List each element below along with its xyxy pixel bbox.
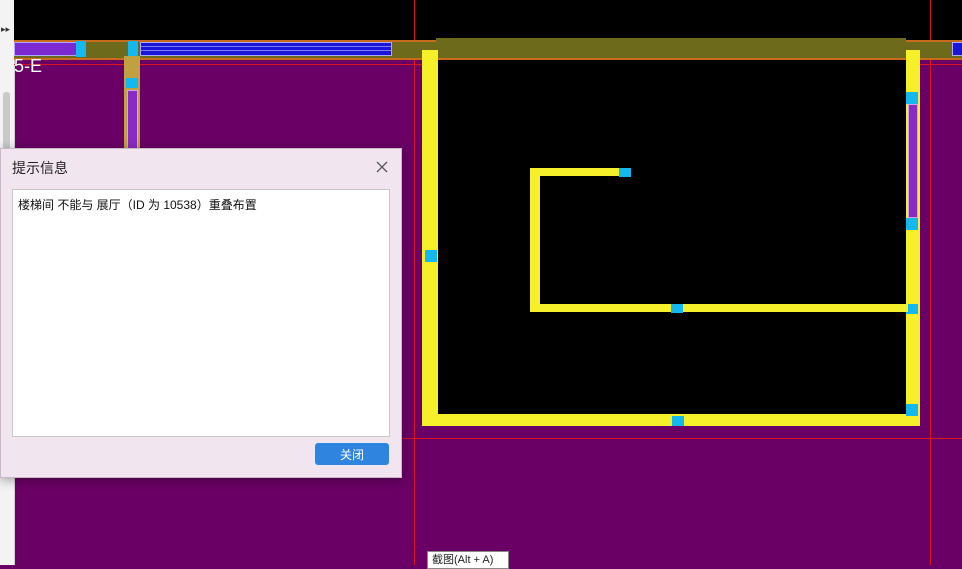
stair-outline-left[interactable] <box>530 168 540 312</box>
wall-node[interactable] <box>76 41 86 57</box>
room-wall-bottom[interactable] <box>422 414 920 426</box>
room-area[interactable] <box>436 60 908 416</box>
wall-node[interactable] <box>425 250 437 262</box>
close-button[interactable]: 关闭 <box>315 443 389 465</box>
wall-node[interactable] <box>906 92 918 104</box>
wall-band-room-top[interactable] <box>436 38 906 58</box>
wall-node[interactable] <box>128 41 138 57</box>
wall-node[interactable] <box>672 416 684 426</box>
info-dialog[interactable]: 提示信息 楼梯间 不能与 展厅（ID 为 10538）重叠布置 关闭 <box>0 148 402 478</box>
vertical-scrollbar[interactable] <box>3 92 10 152</box>
close-icon[interactable] <box>374 159 390 175</box>
screenshot-tooltip: 截图(Alt + A) <box>427 551 509 569</box>
wall-node[interactable] <box>906 218 918 230</box>
window-segment[interactable] <box>140 42 392 56</box>
wall-node[interactable] <box>126 78 138 88</box>
canvas-top-region <box>14 0 962 42</box>
axis-guide-line-horizontal <box>400 438 962 439</box>
axis-guide-line-vertical <box>930 0 931 565</box>
axis-guide-line-vertical <box>414 0 415 565</box>
window-segment[interactable] <box>908 104 918 218</box>
message-textbox[interactable]: 楼梯间 不能与 展厅（ID 为 10538）重叠布置 <box>12 189 390 437</box>
window-segment[interactable] <box>952 42 962 56</box>
wall-node[interactable] <box>671 304 683 313</box>
stair-outline-top[interactable] <box>530 168 622 176</box>
wall-node[interactable] <box>906 404 918 416</box>
dialog-title: 提示信息 <box>12 160 68 176</box>
window-segment[interactable] <box>127 90 138 152</box>
expand-arrows-icon[interactable]: ▸▸ <box>1 24 10 34</box>
stair-outline-bottom[interactable] <box>530 304 908 312</box>
axis-label: 5-E <box>14 56 43 76</box>
room-wall-left[interactable] <box>422 50 438 424</box>
window-segment[interactable] <box>14 42 78 56</box>
message-text: 楼梯间 不能与 展厅（ID 为 10538）重叠布置 <box>18 198 257 212</box>
wall-node[interactable] <box>619 168 631 177</box>
